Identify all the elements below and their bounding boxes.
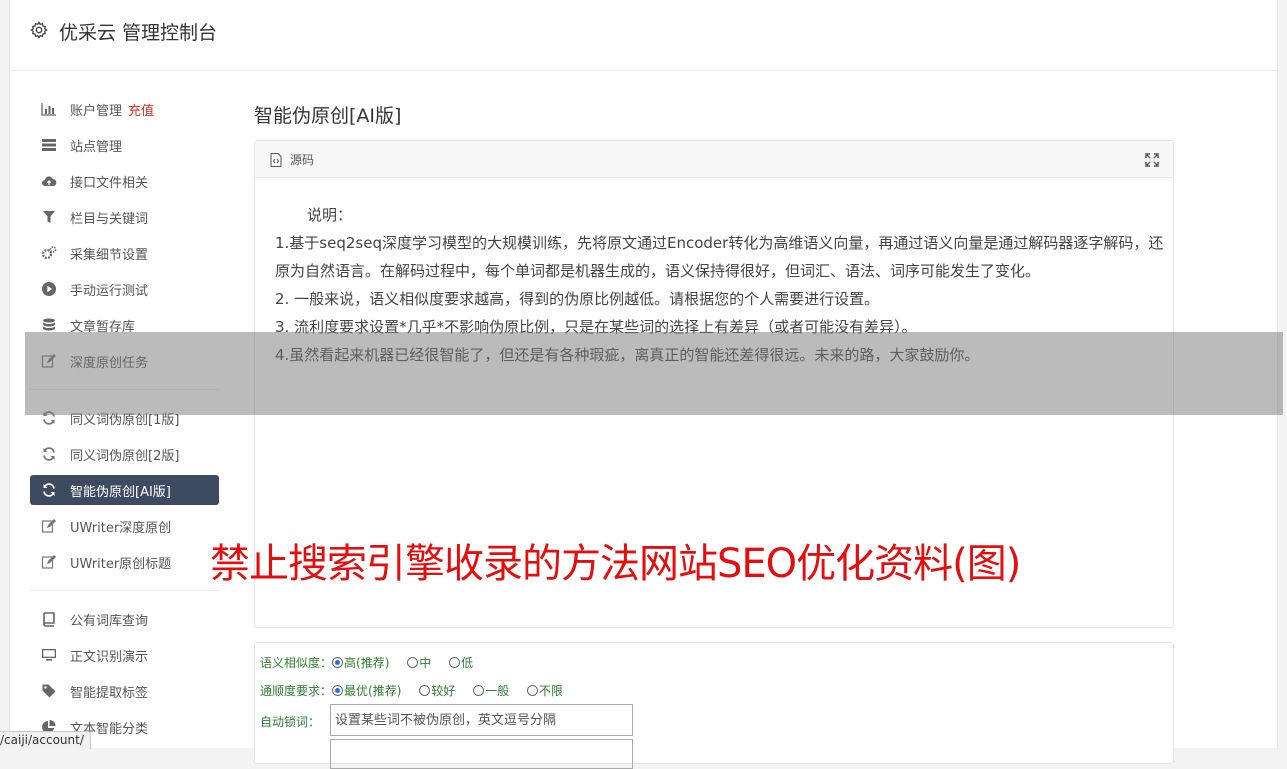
sidebar-item-label: 账户管理 <box>70 104 123 119</box>
radio-button[interactable] <box>473 685 485 696</box>
server-icon <box>42 139 56 151</box>
radio-button[interactable] <box>449 657 461 668</box>
edit-icon <box>41 519 56 533</box>
fullscreen-icon[interactable] <box>1145 153 1159 167</box>
sidebar-item-label: 站点管理 <box>70 140 123 155</box>
similarity-label: 语义相似度： <box>260 656 333 670</box>
lock-words-label: 自动锁词： <box>260 715 321 729</box>
intro-label: 说明： <box>307 206 353 224</box>
edit-icon <box>41 555 56 569</box>
description-line: 2. 一般来说，语义相似度要求越高，得到的伪原比例越低。请根据您的个人需要进行设… <box>275 290 880 308</box>
sidebar-item-label: 手动运行测试 <box>70 284 149 299</box>
sidebar-item-interface[interactable]: 接口文件相关 <box>30 166 219 196</box>
fluency-option-normal[interactable]: 一般 <box>473 684 509 698</box>
secondary-input[interactable] <box>330 739 633 769</box>
source-button-label[interactable]: 源码 <box>290 151 314 168</box>
radio-button[interactable] <box>526 685 538 696</box>
cogs-icon <box>41 246 57 260</box>
fluency-option-any[interactable]: 不限 <box>526 684 563 698</box>
sidebar-item-manual-run[interactable]: 手动运行测试 <box>30 274 219 304</box>
radio-button[interactable] <box>332 685 344 696</box>
sidebar-item-label: 公有词库查询 <box>70 614 149 629</box>
sidebar-item-collect-settings[interactable]: 采集细节设置 <box>30 238 219 268</box>
sidebar-item-label: 智能伪原创[AI版] <box>70 485 171 500</box>
fluency-option-good[interactable]: 较好 <box>419 684 455 698</box>
filter-icon <box>43 211 55 223</box>
cloud-upload-icon <box>42 176 57 186</box>
sidebar-item-synonym-v2[interactable]: 同义词伪原创[2版] <box>30 439 219 469</box>
page-title: 智能伪原创[AI版] <box>254 105 402 127</box>
top-header: 优采云 管理控制台 <box>10 0 1277 71</box>
play-circle-icon <box>42 282 56 296</box>
gray-overlay-band <box>25 332 1283 415</box>
sidebar-item-label: 正文识别演示 <box>70 650 149 665</box>
sidebar-item-lexicon[interactable]: 公有词库查询 <box>30 604 219 634</box>
refresh-icon <box>43 483 55 497</box>
recharge-link[interactable]: 充值 <box>128 104 154 119</box>
sidebar-item-uwriter-deep[interactable]: UWriter深度原创 <box>30 511 219 541</box>
similarity-option-medium[interactable]: 中 <box>407 656 431 670</box>
sidebar-item-label: UWriter原创标题 <box>70 557 172 572</box>
lock-words-input[interactable] <box>330 704 633 736</box>
fluency-label: 通顺度要求： <box>260 684 333 698</box>
sidebar-item-columns[interactable]: 栏目与关键词 <box>30 202 219 232</box>
source-code-icon[interactable] <box>270 153 282 167</box>
fluency-option-best[interactable]: 最优(推荐) <box>332 684 401 698</box>
sidebar-item-tag-extract[interactable]: 智能提取标签 <box>30 676 219 706</box>
sidebar-item-label: 接口文件相关 <box>70 176 149 191</box>
gear-icon <box>30 21 48 39</box>
app-title: 优采云 管理控制台 <box>59 22 218 44</box>
similarity-option-high[interactable]: 高(推荐) <box>332 656 389 670</box>
sidebar-item-label: 智能提取标签 <box>70 686 149 701</box>
app-window: 优采云 管理控制台 账户管理 充值 站点管理 接口文件相关 栏目与关键词 采集细节… <box>9 0 1283 769</box>
sidebar-item-label: 栏目与关键词 <box>70 212 149 227</box>
sidebar-item-label: UWriter深度原创 <box>70 521 172 536</box>
sidebar-item-account[interactable]: 账户管理 充值 <box>30 94 219 124</box>
database-icon <box>43 318 55 331</box>
radio-button[interactable] <box>332 657 344 668</box>
bar-chart-icon <box>41 103 56 116</box>
sidebar-item-sites[interactable]: 站点管理 <box>30 130 219 160</box>
radio-button[interactable] <box>419 685 431 696</box>
tag-icon <box>42 684 56 698</box>
settings-form: 语义相似度： 高(推荐) 中 低 通顺度要求： 最优(推荐) 较好 一般 不限 自动… <box>254 642 1174 769</box>
status-url-bar: /caiji/account/ <box>0 731 91 749</box>
book-icon <box>43 612 55 627</box>
description-line: 1.基于seq2seq深度学习模型的大规模训练，先将原文通过Encoder转化为… <box>275 234 1164 280</box>
sidebar-item-ai-rewrite[interactable]: 智能伪原创[AI版] <box>30 475 219 505</box>
fluency-row: 通顺度要求： 最优(推荐) 较好 一般 不限 <box>260 682 563 699</box>
radio-button[interactable] <box>407 657 419 668</box>
similarity-row: 语义相似度： 高(推荐) 中 低 <box>260 654 473 671</box>
similarity-option-low[interactable]: 低 <box>449 656 473 670</box>
sidebar-divider <box>30 590 219 591</box>
sidebar-item-text-recognition[interactable]: 正文识别演示 <box>30 640 219 670</box>
panel-header: 源码 <box>255 141 1173 178</box>
watermark-title: 禁止搜索引擎收录的方法网站SEO优化资料(图) <box>210 541 1021 587</box>
refresh-icon <box>43 447 55 461</box>
sidebar-item-label: 采集细节设置 <box>70 248 149 263</box>
sidebar-item-uwriter-title[interactable]: UWriter原创标题 <box>30 547 219 577</box>
desktop-icon <box>42 649 56 661</box>
sidebar-item-label: 同义词伪原创[2版] <box>70 449 180 464</box>
